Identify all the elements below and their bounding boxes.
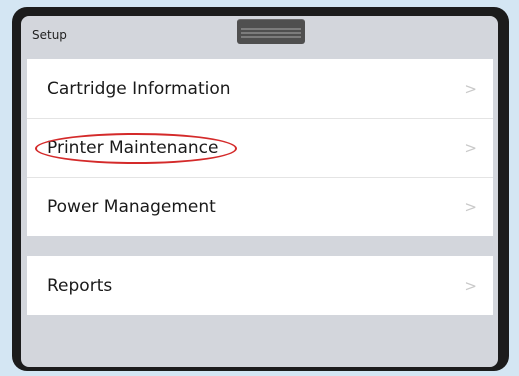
- printer-display-frame: Setup Cartridge Information > Printer Ma…: [12, 7, 509, 371]
- menu-item-label: Printer Maintenance: [47, 138, 219, 158]
- drag-handle[interactable]: [237, 19, 305, 44]
- screen: Setup Cartridge Information > Printer Ma…: [21, 16, 498, 367]
- menu-item-label: Reports: [47, 275, 113, 296]
- menu-item-cartridge-information[interactable]: Cartridge Information >: [27, 59, 493, 118]
- chevron-right-icon: >: [464, 79, 477, 98]
- handle-line: [241, 32, 301, 34]
- settings-group-reports: Reports >: [27, 256, 493, 315]
- menu-item-printer-maintenance[interactable]: Printer Maintenance >: [27, 118, 493, 177]
- chevron-right-icon: >: [464, 139, 477, 157]
- menu-item-label: Cartridge Information: [47, 78, 231, 99]
- chevron-right-icon: >: [464, 198, 477, 216]
- page-title: Setup: [32, 28, 67, 42]
- handle-line: [241, 28, 301, 30]
- menu-item-label: Power Management: [47, 197, 216, 217]
- menu-item-power-management[interactable]: Power Management >: [27, 177, 493, 236]
- handle-line: [241, 36, 301, 38]
- settings-group-main: Cartridge Information > Printer Maintena…: [27, 59, 493, 236]
- chevron-right-icon: >: [464, 276, 477, 295]
- menu-item-reports[interactable]: Reports >: [27, 256, 493, 315]
